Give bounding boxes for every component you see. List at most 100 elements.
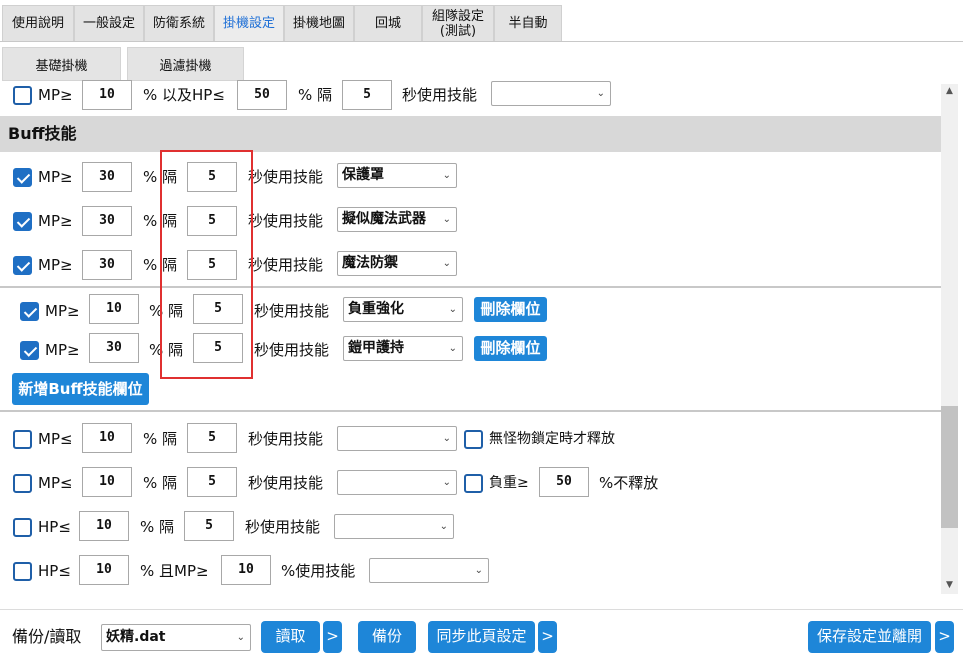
lower-row-1-skill-label: 秒使用技能 xyxy=(248,430,324,448)
subtab-filter[interactable]: 過濾掛機 xyxy=(127,47,244,81)
chevron-down-icon: ⌄ xyxy=(442,258,451,269)
top-row-checkbox[interactable] xyxy=(13,86,32,105)
scroll-down-icon[interactable]: ▼ xyxy=(941,580,958,590)
backup-file-select[interactable]: 妖精.dat ⌄ xyxy=(101,624,251,651)
top-row-skill-select[interactable]: ⌄ xyxy=(491,81,611,106)
lower-row-4-and-label: % 且MP≥ xyxy=(140,562,209,580)
scrollbar-thumb[interactable] xyxy=(941,406,958,528)
lower-row-4-skill-label: %使用技能 xyxy=(281,562,356,580)
sync-more-button[interactable]: > xyxy=(538,621,557,653)
lower-row-1-sec-input[interactable]: 5 xyxy=(187,423,237,453)
extra-row-2-delete-button[interactable]: 刪除欄位 xyxy=(474,336,547,361)
lower-row-2-skill-select[interactable]: ⌄ xyxy=(337,470,457,495)
scroll-up-icon[interactable]: ▲ xyxy=(941,86,958,96)
buff-row-1-checkbox[interactable] xyxy=(13,168,32,187)
chevron-down-icon: ⌄ xyxy=(442,214,451,225)
lower-row-4-mp-input[interactable]: 10 xyxy=(221,555,271,585)
lower-row-3-sep: % 隔 xyxy=(140,518,175,536)
lower-row-4-checkbox[interactable] xyxy=(13,562,32,581)
lower-row-3-sec-input[interactable]: 5 xyxy=(184,511,234,541)
lower-row-4-hp-label: HP≤ xyxy=(38,562,71,580)
lower-row-4-skill-select[interactable]: ⌄ xyxy=(369,558,489,583)
extra-row-1-checkbox[interactable] xyxy=(20,302,39,321)
add-buff-button[interactable]: 新增Buff技能欄位 xyxy=(12,373,149,405)
lower-row-3-checkbox[interactable] xyxy=(13,518,32,537)
buff-row-2-mp-input[interactable]: 30 xyxy=(82,206,132,236)
read-more-button[interactable]: > xyxy=(323,621,342,653)
top-row-sec-input[interactable]: 5 xyxy=(342,80,392,110)
lower-row-3-hp-input[interactable]: 10 xyxy=(79,511,129,541)
lower-row-2-sep: % 隔 xyxy=(143,474,178,492)
highlight-box xyxy=(160,150,253,379)
lower-row-1-skill-select[interactable]: ⌄ xyxy=(337,426,457,451)
lower-row-2-skill-label: 秒使用技能 xyxy=(248,474,324,492)
tab-semi-auto[interactable]: 半自動 xyxy=(494,5,562,41)
lower-row-2-mp-label: MP≤ xyxy=(38,474,73,492)
top-row-hp-input[interactable]: 50 xyxy=(237,80,287,110)
lower-row-1-checkbox[interactable] xyxy=(13,430,32,449)
top-row-skill-label: 秒使用技能 xyxy=(402,86,478,104)
extra-row-2-skill-select[interactable]: 鎧甲護持 ⌄ xyxy=(343,336,463,361)
top-row-sep-label: % 隔 xyxy=(298,86,333,104)
lower-row-3-skill-label: 秒使用技能 xyxy=(245,518,321,536)
buff-row-3-mp-label: MP≥ xyxy=(38,256,73,274)
tab-idle-map[interactable]: 掛機地圖 xyxy=(284,5,354,41)
chevron-down-icon: ⌄ xyxy=(442,170,451,181)
lower-row-1-sep: % 隔 xyxy=(143,430,178,448)
buff-row-1-skill-select[interactable]: 保護罩 ⌄ xyxy=(337,163,457,188)
chevron-down-icon: ⌄ xyxy=(236,632,245,643)
save-exit-button[interactable]: 保存設定並離開 xyxy=(808,621,931,653)
chevron-down-icon: ⌄ xyxy=(442,433,451,444)
tab-idle-settings[interactable]: 掛機設定 xyxy=(214,5,284,41)
read-button[interactable]: 讀取 xyxy=(261,621,320,653)
extra-row-2-mp-input[interactable]: 30 xyxy=(89,333,139,363)
buff-row-3-skill-select[interactable]: 魔法防禦 ⌄ xyxy=(337,251,457,276)
weight-checkbox[interactable] xyxy=(464,474,483,493)
buff-row-2-mp-label: MP≥ xyxy=(38,212,73,230)
no-target-checkbox[interactable] xyxy=(464,430,483,449)
lower-row-2-checkbox[interactable] xyxy=(13,474,32,493)
weight-input[interactable]: 50 xyxy=(539,467,589,497)
buff-row-2-skill-select[interactable]: 擬似魔法武器 ⌄ xyxy=(337,207,457,232)
lower-row-1-mp-input[interactable]: 10 xyxy=(82,423,132,453)
buff-row-1-mp-label: MP≥ xyxy=(38,168,73,186)
chevron-down-icon: ⌄ xyxy=(448,343,457,354)
extra-row-1-skill-select[interactable]: 負重強化 ⌄ xyxy=(343,297,463,322)
chevron-down-icon: ⌄ xyxy=(596,88,605,99)
top-row-mp-input[interactable]: 10 xyxy=(82,80,132,110)
sync-page-button[interactable]: 同步此頁設定 xyxy=(428,621,535,653)
save-more-button[interactable]: > xyxy=(935,621,954,653)
extra-row-1-skill-label: 秒使用技能 xyxy=(254,302,330,320)
lower-row-3-skill-select[interactable]: ⌄ xyxy=(334,514,454,539)
buff-row-1-skill-label: 秒使用技能 xyxy=(248,168,324,186)
chevron-down-icon: ⌄ xyxy=(442,477,451,488)
top-row-mp-label: MP≥ xyxy=(38,86,73,104)
tab-defense[interactable]: 防衛系統 xyxy=(144,5,214,41)
tab-general[interactable]: 一般設定 xyxy=(74,5,144,41)
buff-row-1-mp-input[interactable]: 30 xyxy=(82,162,132,192)
extra-row-2-checkbox[interactable] xyxy=(20,341,39,360)
lower-row-2-mp-input[interactable]: 10 xyxy=(82,467,132,497)
extra-row-1-delete-button[interactable]: 刪除欄位 xyxy=(474,297,547,322)
buff-row-3-mp-input[interactable]: 30 xyxy=(82,250,132,280)
tab-usage[interactable]: 使用說明 xyxy=(2,5,74,41)
lower-row-2-sec-input[interactable]: 5 xyxy=(187,467,237,497)
buff-row-2-skill-label: 秒使用技能 xyxy=(248,212,324,230)
backup-button[interactable]: 備份 xyxy=(358,621,416,653)
backup-label: 備份/讀取 xyxy=(12,627,82,646)
divider xyxy=(0,410,941,412)
extra-row-1-mp-input[interactable]: 10 xyxy=(89,294,139,324)
chevron-down-icon: ⌄ xyxy=(448,304,457,315)
weight-label: 負重≥ xyxy=(489,475,529,491)
lower-row-3-hp-label: HP≤ xyxy=(38,518,71,536)
extra-row-1-mp-label: MP≥ xyxy=(45,302,80,320)
chevron-down-icon: ⌄ xyxy=(474,565,483,576)
tab-party[interactable]: 組隊設定 (測試) xyxy=(422,5,494,41)
lower-row-4-hp-input[interactable]: 10 xyxy=(79,555,129,585)
buff-row-3-checkbox[interactable] xyxy=(13,256,32,275)
tab-return-town[interactable]: 回城 xyxy=(354,5,422,41)
buff-row-3-skill-label: 秒使用技能 xyxy=(248,256,324,274)
buff-row-2-checkbox[interactable] xyxy=(13,212,32,231)
chevron-down-icon: ⌄ xyxy=(439,521,448,532)
subtab-basic[interactable]: 基礎掛機 xyxy=(2,47,121,81)
